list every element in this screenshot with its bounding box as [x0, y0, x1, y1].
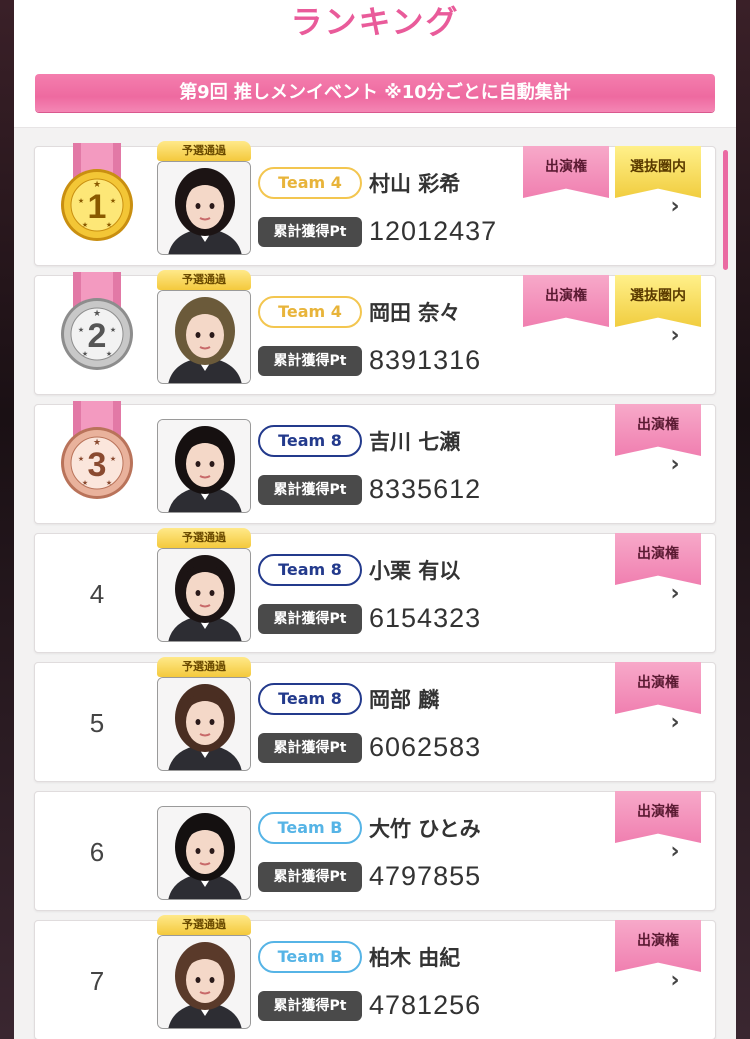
- svg-text:★: ★: [106, 221, 112, 229]
- appearance-right-badge: 出演権: [615, 791, 701, 843]
- points-label: 累計獲得Pt: [258, 991, 362, 1021]
- selection-range-badge: 選抜圏内: [615, 275, 701, 327]
- qualified-badge: 予選通過: [157, 915, 251, 935]
- medal-rank-text: 1: [88, 188, 107, 226]
- ranking-card[interactable]: 7 予選通過 Team B 柏木 由紀 累計獲得Pt 4781256 出演権 ›: [34, 915, 716, 1039]
- qualified-badge: 予選通過: [157, 141, 251, 161]
- rank-number: 7: [89, 966, 105, 996]
- ranking-card[interactable]: 6 Team B 大竹 ひとみ 累計獲得Pt 4797855 出演権 ›: [34, 791, 716, 911]
- header: ランキング 第9回 推しメンイベント ※10分ごとに自動集計: [14, 0, 736, 128]
- member-photo-icon: [158, 549, 250, 641]
- medal-bronze-icon: ★★ ★★ ★3: [61, 401, 133, 499]
- medal-rank-text: 2: [88, 317, 107, 355]
- member-photo[interactable]: [157, 935, 251, 1029]
- team-badge: Team 8: [258, 683, 362, 715]
- points-label: 累計獲得Pt: [258, 862, 362, 892]
- points-label: 累計獲得Pt: [258, 217, 362, 247]
- member-photo[interactable]: [157, 677, 251, 771]
- medal-silver: ★ ★ ★ ★ ★ 2: [59, 272, 135, 372]
- svg-text:★: ★: [110, 197, 116, 205]
- qualified-badge: 予選通過: [157, 270, 251, 290]
- points-value: 8335612: [369, 474, 482, 504]
- chevron-right-icon[interactable]: ›: [663, 969, 687, 993]
- points-value: 12012437: [369, 216, 498, 246]
- ranking-panel: ランキング 第9回 推しメンイベント ※10分ごとに自動集計 ★ ★ ★ ★ ★ 1 予選通…: [14, 0, 736, 1039]
- member-name: 村山 彩希: [369, 172, 461, 196]
- ranking-card[interactable]: ★ ★ ★ ★ ★ 1 予選通過 Team 4 村山 彩希 累計獲得Pt 12012437 出演権 選抜…: [34, 141, 716, 266]
- member-photo[interactable]: [157, 419, 251, 513]
- medal-gold-icon: ★★ ★★ ★1: [61, 143, 133, 241]
- points-value: 4797855: [369, 861, 482, 891]
- ranking-card[interactable]: ★ ★ ★ ★ ★ 2 予選通過 Team 4 岡田 奈々 累計獲得Pt 8391316 出演権 選抜圏…: [34, 270, 716, 395]
- member-name: 岡部 麟: [369, 688, 440, 712]
- ranking-card[interactable]: 4 予選通過 Team 8 小栗 有以 累計獲得Pt 6154323 出演権 ›: [34, 528, 716, 653]
- svg-text:★: ★: [106, 479, 112, 487]
- appearance-right-badge: 出演権: [523, 146, 609, 198]
- appearance-right-badge: 出演権: [615, 662, 701, 714]
- appearance-right-badge: 出演権: [615, 404, 701, 456]
- points-value: 8391316: [369, 345, 482, 375]
- team-badge: Team 8: [258, 425, 362, 457]
- points-value: 6154323: [369, 603, 482, 633]
- chevron-right-icon[interactable]: ›: [663, 195, 687, 219]
- appearance-right-badge: 出演権: [615, 920, 701, 972]
- member-photo-icon: [158, 807, 250, 899]
- appearance-right-badge: 出演権: [523, 275, 609, 327]
- member-photo-icon: [158, 936, 250, 1028]
- scrollbar[interactable]: [723, 150, 728, 270]
- medal-rank-text: 3: [88, 446, 107, 484]
- member-photo-icon: [158, 162, 250, 254]
- background-right: [736, 0, 750, 1039]
- ranking-card[interactable]: ★ ★ ★ ★ ★ 3 Team 8 吉川 七瀬 累計獲得Pt 8335612 出演権 ›: [34, 401, 716, 524]
- background-left: [0, 0, 14, 1039]
- member-photo-icon: [158, 420, 250, 512]
- team-badge: Team 4: [258, 296, 362, 328]
- team-badge: Team 8: [258, 554, 362, 586]
- rank-number: 4: [89, 579, 105, 609]
- svg-text:★: ★: [110, 326, 116, 334]
- points-label: 累計獲得Pt: [258, 733, 362, 763]
- member-name: 柏木 由紀: [369, 946, 461, 970]
- chevron-right-icon[interactable]: ›: [663, 324, 687, 348]
- team-badge: Team B: [258, 812, 362, 844]
- member-name: 大竹 ひとみ: [369, 817, 481, 841]
- member-name: 小栗 有以: [369, 559, 461, 583]
- qualified-badge: 予選通過: [157, 528, 251, 548]
- rank-number: 6: [89, 837, 105, 867]
- points-value: 4781256: [369, 990, 482, 1020]
- svg-text:★: ★: [78, 455, 84, 463]
- svg-text:★: ★: [110, 455, 116, 463]
- member-photo[interactable]: [157, 161, 251, 255]
- medal-bronze: ★ ★ ★ ★ ★ 3: [59, 401, 135, 501]
- points-label: 累計獲得Pt: [258, 346, 362, 376]
- member-photo-icon: [158, 678, 250, 770]
- medal-silver-icon: ★★ ★★ ★2: [61, 272, 133, 370]
- chevron-right-icon[interactable]: ›: [663, 840, 687, 864]
- event-banner: 第9回 推しメンイベント ※10分ごとに自動集計: [35, 74, 715, 112]
- page-title: ランキング: [290, 3, 460, 41]
- ranking-card[interactable]: 5 予選通過 Team 8 岡部 麟累計獲得Pt 6062583 出演権 ›: [34, 657, 716, 782]
- team-badge: Team B: [258, 941, 362, 973]
- svg-text:★: ★: [106, 350, 112, 358]
- rank-number: 5: [89, 708, 105, 738]
- chevron-right-icon[interactable]: ›: [663, 453, 687, 477]
- points-label: 累計獲得Pt: [258, 475, 362, 505]
- points-value: 6062583: [369, 732, 482, 762]
- member-photo[interactable]: [157, 548, 251, 642]
- member-photo[interactable]: [157, 290, 251, 384]
- qualified-badge: 予選通過: [157, 657, 251, 677]
- chevron-right-icon[interactable]: ›: [663, 582, 687, 606]
- chevron-right-icon[interactable]: ›: [663, 711, 687, 735]
- selection-range-badge: 選抜圏内: [615, 146, 701, 198]
- member-name: 岡田 奈々: [369, 301, 461, 325]
- medal-gold: ★ ★ ★ ★ ★ 1: [59, 143, 135, 243]
- team-badge: Team 4: [258, 167, 362, 199]
- member-name: 吉川 七瀬: [369, 430, 461, 454]
- member-photo-icon: [158, 291, 250, 383]
- svg-text:★: ★: [78, 197, 84, 205]
- svg-text:★: ★: [78, 326, 84, 334]
- points-label: 累計獲得Pt: [258, 604, 362, 634]
- member-photo[interactable]: [157, 806, 251, 900]
- appearance-right-badge: 出演権: [615, 533, 701, 585]
